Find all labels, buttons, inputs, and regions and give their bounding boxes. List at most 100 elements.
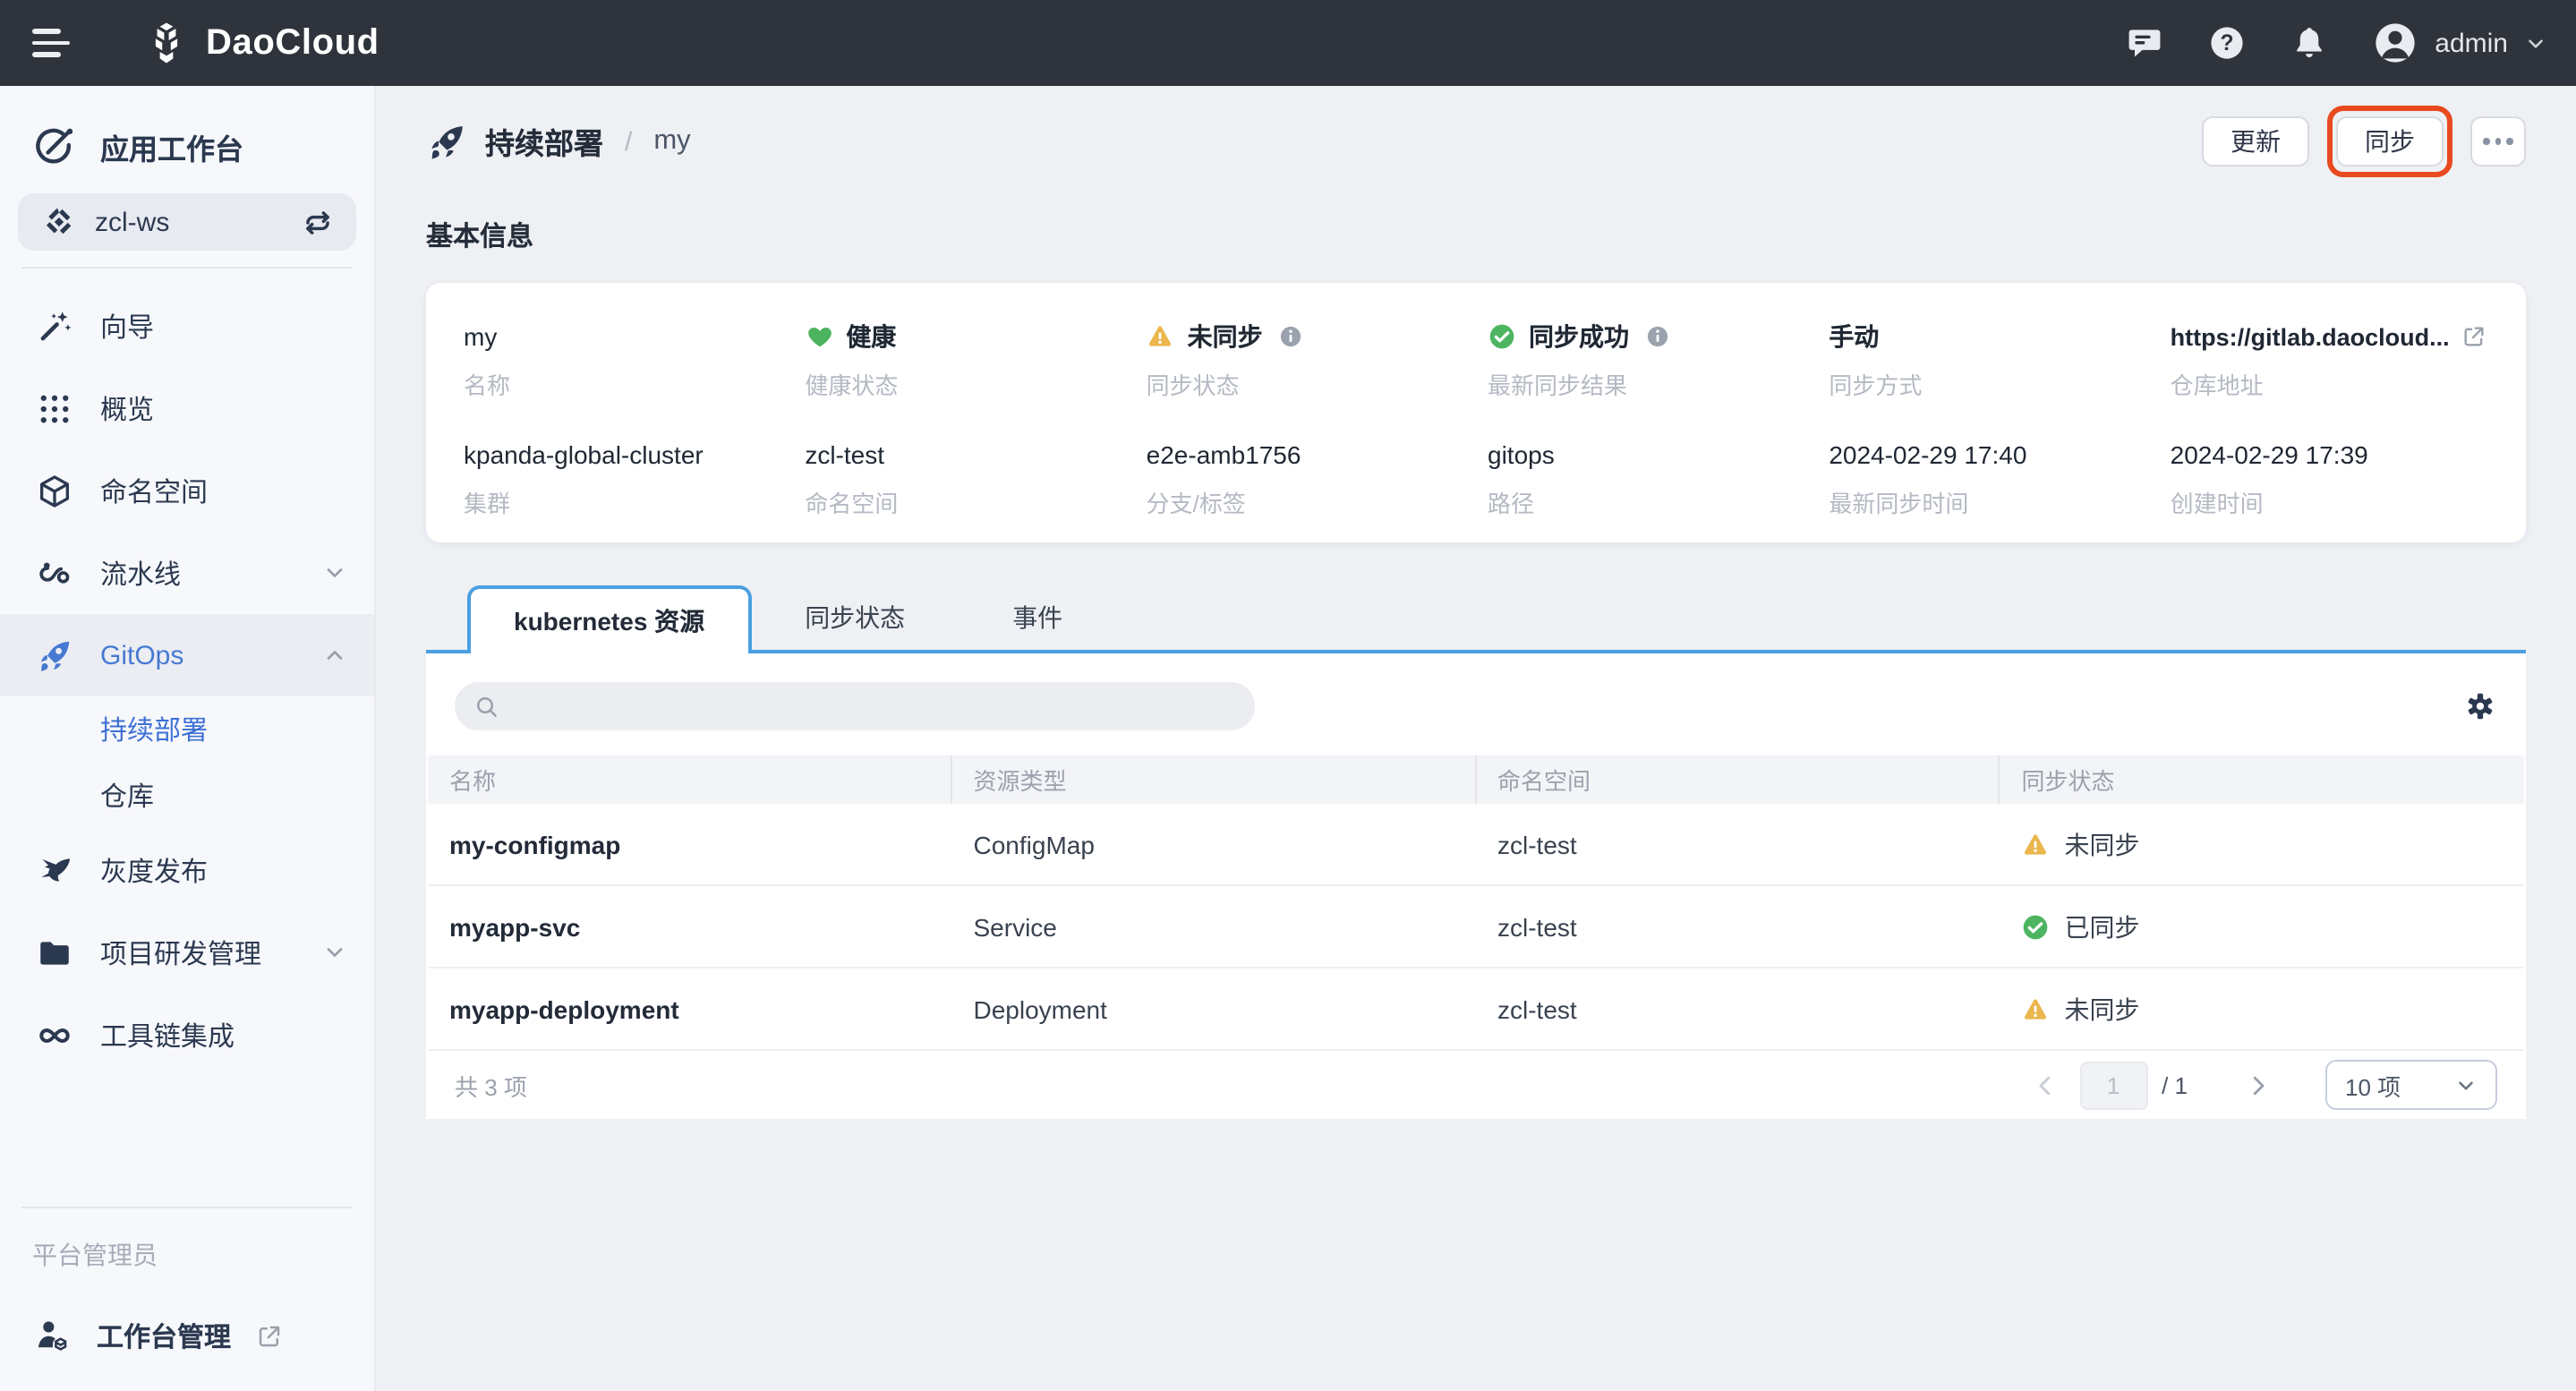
sidebar-item-namespace[interactable]: 命名空间: [0, 449, 374, 532]
info-icon[interactable]: [1645, 324, 1670, 349]
user-menu[interactable]: admin: [2372, 20, 2547, 66]
info-field-namespace: zcl-test 命名空间: [805, 439, 1146, 519]
more-actions-button[interactable]: [2470, 116, 2526, 166]
daocloud-logo-icon: [143, 20, 190, 66]
field-label: 最新同步结果: [1488, 367, 1829, 401]
table-row[interactable]: myapp-deployment Deployment zcl-test 未同步: [428, 969, 2524, 1051]
search-box[interactable]: [455, 682, 1255, 730]
field-value[interactable]: https://gitlab.daocloud...: [2171, 323, 2450, 350]
help-icon[interactable]: ?: [2207, 23, 2247, 63]
tab-kubernetes-resources[interactable]: kubernetes 资源: [467, 585, 751, 653]
rocket-icon: [36, 636, 73, 674]
warning-icon: [2022, 830, 2051, 858]
sidebar-item-label: GitOps: [100, 640, 183, 670]
notifications-icon[interactable]: [2290, 23, 2329, 63]
check-circle-icon: [2022, 912, 2051, 941]
tab-sync-status[interactable]: 同步状态: [751, 585, 959, 650]
workspace-selector[interactable]: zcl-ws: [18, 193, 356, 251]
field-value: 手动: [1829, 320, 2170, 353]
external-link-icon[interactable]: [2462, 324, 2487, 349]
field-label: 创建时间: [2171, 485, 2512, 519]
resource-name[interactable]: myapp-deployment: [428, 969, 952, 1049]
field-label: 仓库地址: [2171, 367, 2512, 401]
info-field-last-sync-time: 2024-02-29 17:40 最新同步时间: [1829, 439, 2170, 519]
field-label: 同步方式: [1829, 367, 2170, 401]
workspace-icon: [41, 204, 77, 240]
user-name: admin: [2435, 28, 2508, 58]
infinity-icon: [36, 1016, 73, 1054]
external-link-icon: [256, 1322, 283, 1349]
column-header-sync-status: 同步状态: [2000, 755, 2525, 804]
resource-namespace: zcl-test: [1476, 886, 2000, 967]
resource-namespace: zcl-test: [1476, 804, 2000, 884]
tab-events[interactable]: 事件: [959, 585, 1116, 650]
sidebar-item-continuous-deployment[interactable]: 持续部署: [0, 696, 374, 763]
sync-button-wrap: 同步: [2336, 116, 2444, 166]
search-input[interactable]: [512, 691, 1237, 721]
sidebar-item-wizard[interactable]: 向导: [0, 285, 374, 367]
folder-icon: [36, 934, 73, 971]
chevron-down-icon: [322, 940, 347, 965]
sidebar: 应用工作台 zcl-ws: [0, 86, 376, 1391]
chevron-down-icon: [2524, 31, 2547, 55]
warning-icon: [2022, 994, 2051, 1023]
workbench-admin-label: 工作台管理: [97, 1317, 231, 1354]
update-button[interactable]: 更新: [2202, 116, 2309, 166]
page-size-value: 10 项: [2345, 1068, 2401, 1102]
field-value: my: [464, 320, 805, 353]
sidebar-item-pipeline[interactable]: 流水线: [0, 532, 374, 614]
info-field-path: gitops 路径: [1488, 439, 1829, 519]
sidebar-item-label: 概览: [100, 389, 154, 427]
breadcrumb-section[interactable]: 持续部署: [485, 120, 603, 163]
sidebar-item-canary-release[interactable]: 灰度发布: [0, 829, 374, 911]
gear-icon[interactable]: [2463, 689, 2497, 723]
page-header: 持续部署 / my 更新 同步: [426, 86, 2526, 197]
cube-icon: [36, 472, 73, 509]
sync-button[interactable]: 同步: [2336, 116, 2444, 166]
wand-icon: [36, 307, 73, 345]
info-field-health: 健康 健康状态: [805, 320, 1146, 401]
next-page-icon[interactable]: [2245, 1071, 2272, 1098]
column-header-type: 资源类型: [952, 755, 1477, 804]
info-field-name: my 名称: [464, 320, 805, 401]
resource-name[interactable]: myapp-svc: [428, 886, 952, 967]
menu-toggle-icon[interactable]: [32, 29, 70, 57]
field-value: 同步成功: [1529, 319, 1629, 354]
field-value: 未同步: [1188, 319, 1263, 354]
resource-name[interactable]: my-configmap: [428, 804, 952, 884]
basic-info-card: my 名称 健康 健康状态 未同步 同步状态: [426, 283, 2526, 542]
brand-name: DaoCloud: [206, 22, 380, 64]
sidebar-item-toolchain[interactable]: 工具链集成: [0, 994, 374, 1076]
total-count: 共 3 项: [455, 1068, 527, 1102]
field-value: kpanda-global-cluster: [464, 439, 805, 471]
warning-icon: [1147, 322, 1175, 351]
sidebar-item-label: 命名空间: [100, 472, 208, 509]
sidebar-item-overview[interactable]: 概览: [0, 367, 374, 449]
feedback-icon[interactable]: [2125, 23, 2164, 63]
sidebar-footer-divider: [21, 1207, 353, 1208]
current-page-input[interactable]: 1: [2079, 1061, 2147, 1109]
page-size-select[interactable]: 10 项: [2325, 1060, 2497, 1110]
field-label: 健康状态: [805, 367, 1146, 401]
field-label: 同步状态: [1147, 367, 1488, 401]
info-field-repo-url: https://gitlab.daocloud... 仓库地址: [2171, 320, 2512, 401]
topbar-actions: ? admin: [2125, 20, 2547, 66]
resource-sync-status: 未同步: [2000, 969, 2525, 1049]
sidebar-item-project-management[interactable]: 项目研发管理: [0, 911, 374, 994]
switch-workspace-icon[interactable]: [301, 205, 335, 239]
workbench-admin-link[interactable]: 工作台管理: [0, 1316, 374, 1355]
more-icon: [2483, 138, 2489, 144]
table-row[interactable]: my-configmap ConfigMap zcl-test 未同步: [428, 804, 2524, 886]
prev-page-icon[interactable]: [2031, 1071, 2058, 1098]
table-row[interactable]: myapp-svc Service zcl-test 已同步: [428, 886, 2524, 969]
field-value: e2e-amb1756: [1147, 439, 1488, 471]
avatar: [2372, 20, 2418, 66]
field-label: 最新同步时间: [1829, 485, 2170, 519]
check-circle-icon: [1488, 322, 1516, 351]
breadcrumb-separator: /: [625, 126, 632, 157]
sidebar-item-gitops[interactable]: GitOps: [0, 614, 374, 696]
sidebar-item-repository[interactable]: 仓库: [0, 763, 374, 829]
field-label: 命名空间: [805, 485, 1146, 519]
info-icon[interactable]: [1279, 324, 1304, 349]
table-header: 名称 资源类型 命名空间 同步状态: [428, 755, 2524, 804]
